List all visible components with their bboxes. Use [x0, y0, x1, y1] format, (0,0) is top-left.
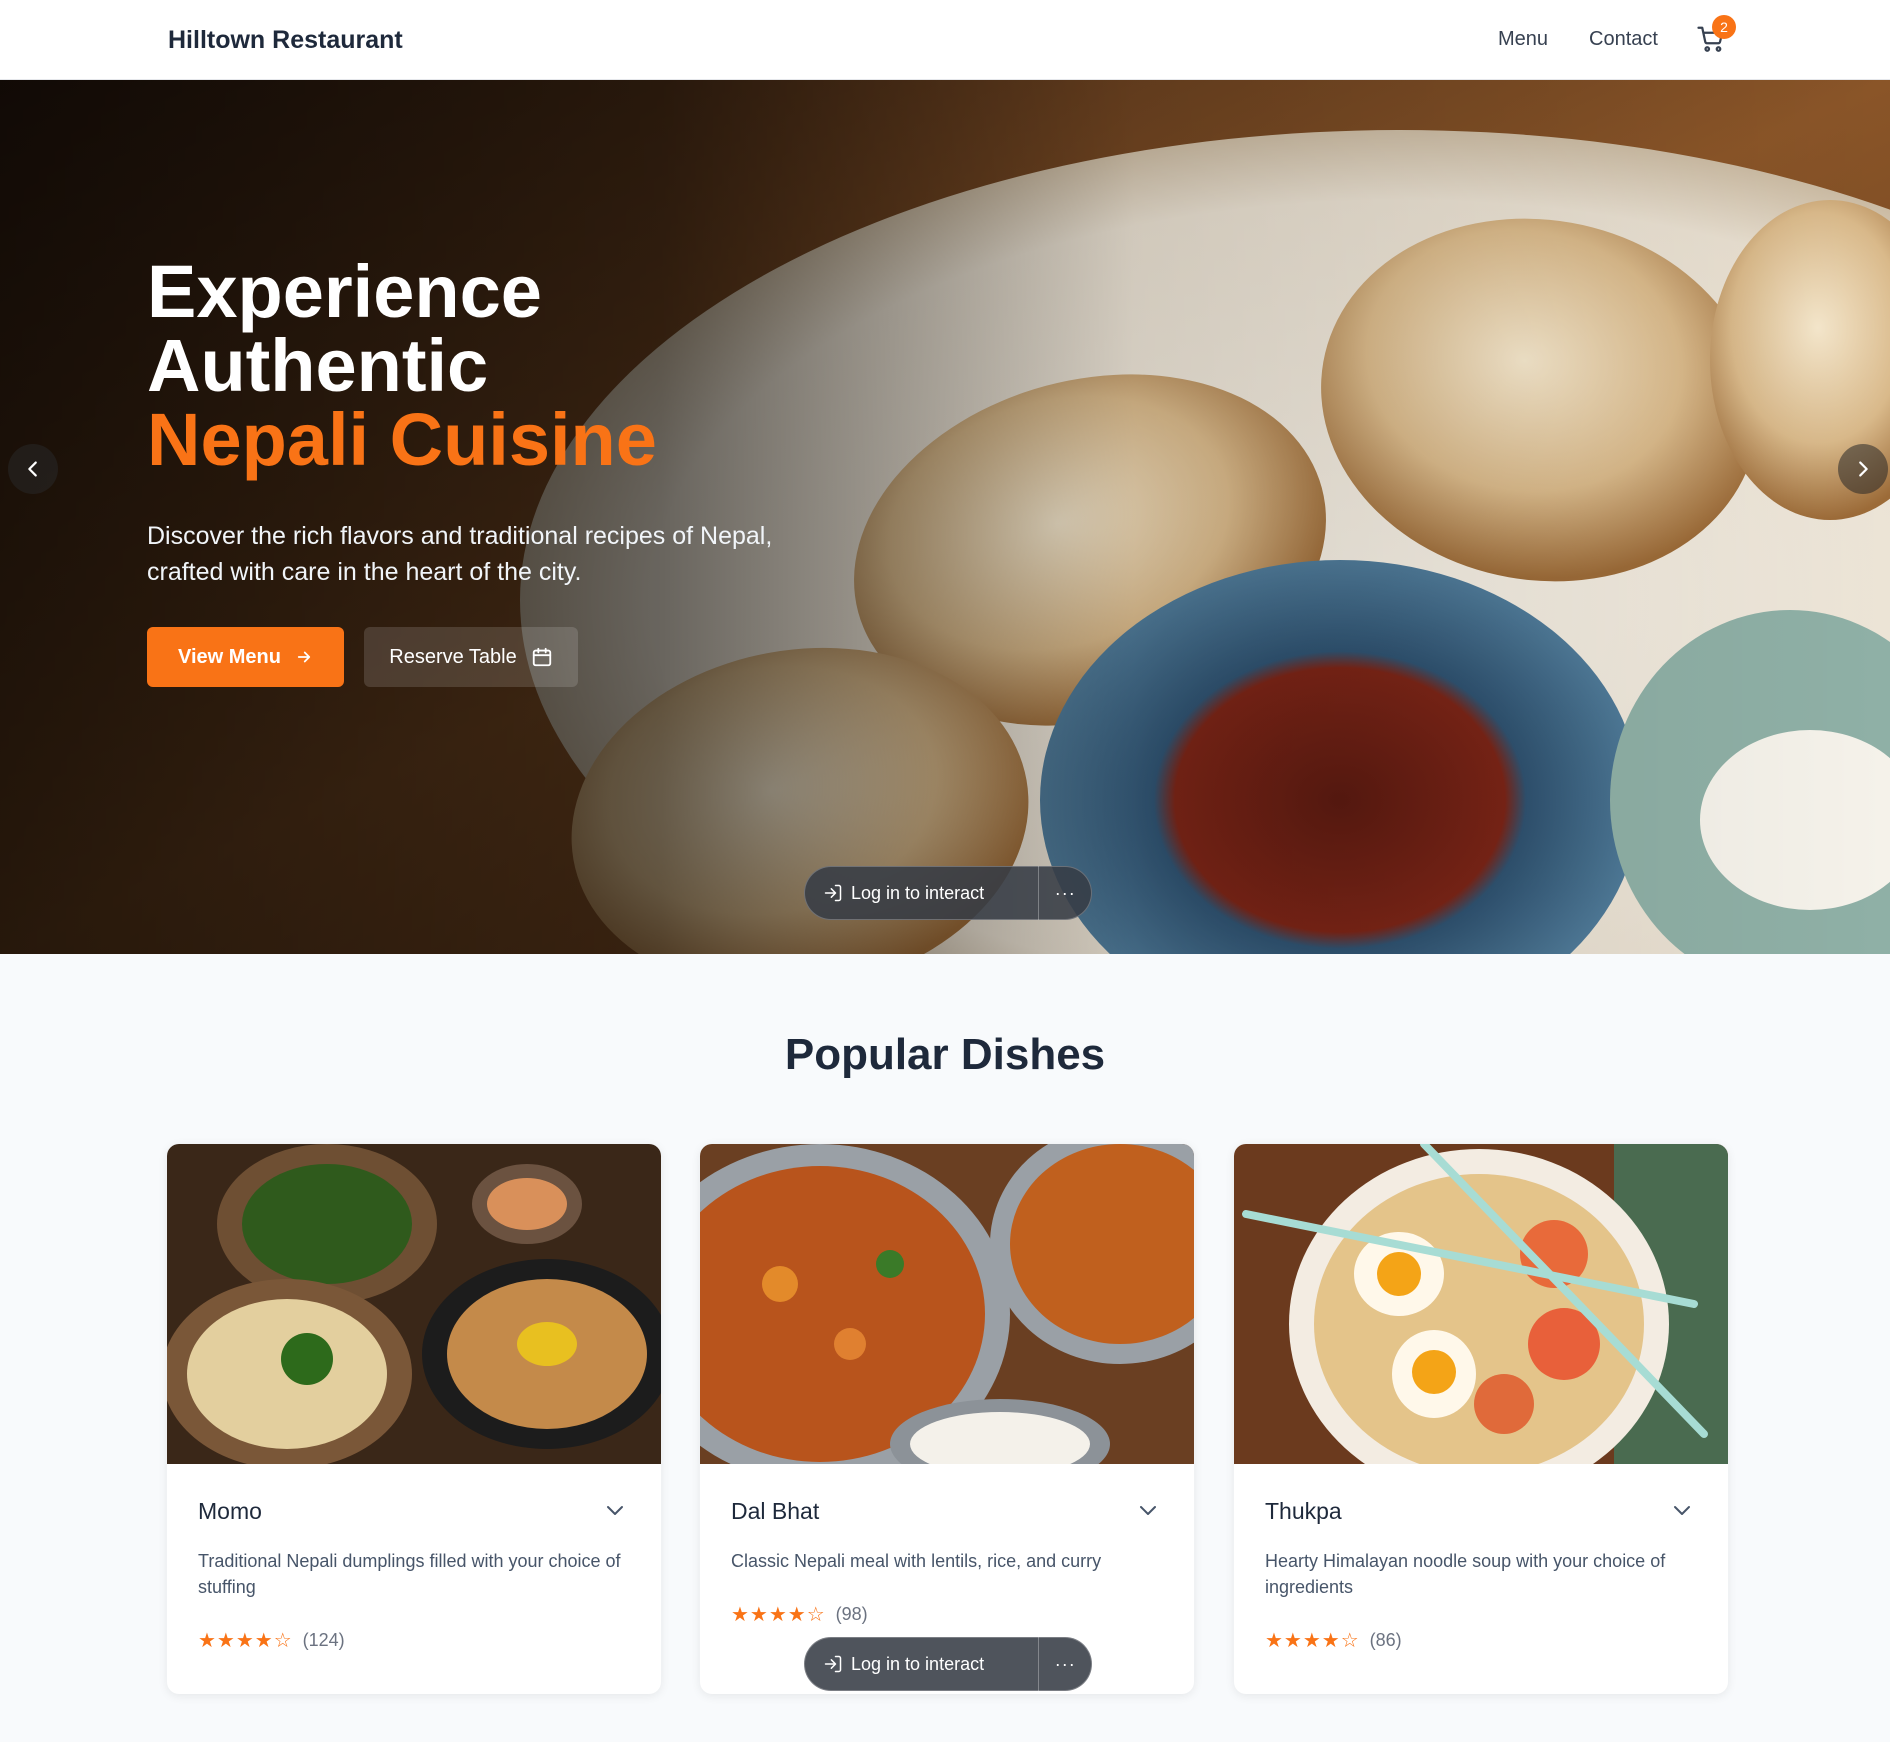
reserve-table-label: Reserve Table [389, 645, 517, 668]
login-to-interact-button[interactable]: Log in to interact [805, 1637, 1040, 1691]
nav-link-contact[interactable]: Contact [1589, 28, 1658, 51]
dish-card-momo[interactable]: Momo Traditional Nepali dumplings filled… [167, 1144, 661, 1694]
calendar-icon [532, 647, 551, 667]
more-options-button[interactable]: ··· [1039, 1654, 1091, 1675]
view-menu-button[interactable]: View Menu [147, 627, 344, 687]
nav-link-menu[interactable]: Menu [1498, 28, 1548, 51]
momo-image [167, 1144, 661, 1464]
dish-description: Classic Nepali meal with lentils, rice, … [731, 1551, 1102, 1571]
popular-dishes-title: Popular Dishes [784, 1030, 1106, 1079]
chevron-down-icon[interactable] [603, 1498, 627, 1522]
star-rating-icons: ★★★★☆ [198, 1628, 293, 1652]
dish-card-thukpa[interactable]: Thukpa Hearty Himalayan noodle soup with… [1234, 1144, 1728, 1694]
login-label: Log in to interact [851, 882, 985, 903]
chevron-down-icon[interactable] [1136, 1498, 1160, 1522]
dish-description: Traditional Nepali dumplings filled with… [198, 1551, 621, 1597]
cart-count-badge: 2 [1712, 15, 1736, 39]
thukpa-image [1234, 1144, 1728, 1464]
hero-overlay [0, 80, 1890, 954]
login-icon [824, 1655, 842, 1673]
carousel-prev-button[interactable] [8, 444, 58, 494]
top-nav: Hilltown Restaurant Menu Contact 2 [0, 0, 1890, 80]
carousel-next-button[interactable] [1838, 444, 1888, 494]
chevron-right-icon [1859, 461, 1868, 477]
login-icon [824, 884, 842, 902]
login-to-interact-pill: Log in to interact ··· [804, 866, 1092, 920]
brand-logo[interactable]: Hilltown Restaurant [168, 26, 403, 55]
dish-name: Thukpa [1265, 1498, 1342, 1524]
login-label: Log in to interact [851, 1653, 985, 1674]
reserve-table-button[interactable]: Reserve Table [364, 627, 578, 687]
star-rating-icons: ★★★★☆ [1265, 1628, 1360, 1652]
hero-title: Experience Authentic Nepali Cuisine [147, 255, 867, 477]
star-rating-icons: ★★★★☆ [731, 1602, 826, 1626]
dish-name: Momo [198, 1498, 262, 1524]
dish-rating: ★★★★☆ (86) [1265, 1628, 1402, 1652]
dish-name: Dal Bhat [731, 1498, 820, 1524]
chevron-down-icon[interactable] [1670, 1498, 1694, 1522]
hero-title-accent: Nepali Cuisine [147, 398, 657, 481]
login-to-interact-button[interactable]: Log in to interact [805, 866, 1040, 920]
more-options-button[interactable]: ··· [1039, 883, 1091, 904]
dal-bhat-image [700, 1144, 1194, 1464]
hero-title-line2: Authentic [147, 324, 489, 407]
review-count: (86) [1369, 1629, 1402, 1650]
hero-title-line1: Experience [147, 250, 542, 333]
chevron-left-icon [28, 461, 37, 477]
dish-rating: ★★★★☆ (98) [731, 1602, 868, 1626]
dish-card-dal-bhat[interactable]: Dal Bhat Classic Nepali meal with lentil… [700, 1144, 1194, 1694]
dish-description: Hearty Himalayan noodle soup with your c… [1265, 1551, 1666, 1597]
dish-rating: ★★★★☆ (124) [198, 1628, 345, 1652]
view-menu-label: View Menu [178, 645, 281, 668]
arrow-right-icon [297, 651, 311, 663]
hero-carousel: Experience Authentic Nepali Cuisine Disc… [0, 80, 1890, 954]
review-count: (124) [302, 1629, 345, 1650]
review-count: (98) [835, 1603, 868, 1624]
login-to-interact-pill: Log in to interact ··· [804, 1637, 1092, 1691]
hero-subtitle: Discover the rich flavors and traditiona… [147, 522, 773, 586]
